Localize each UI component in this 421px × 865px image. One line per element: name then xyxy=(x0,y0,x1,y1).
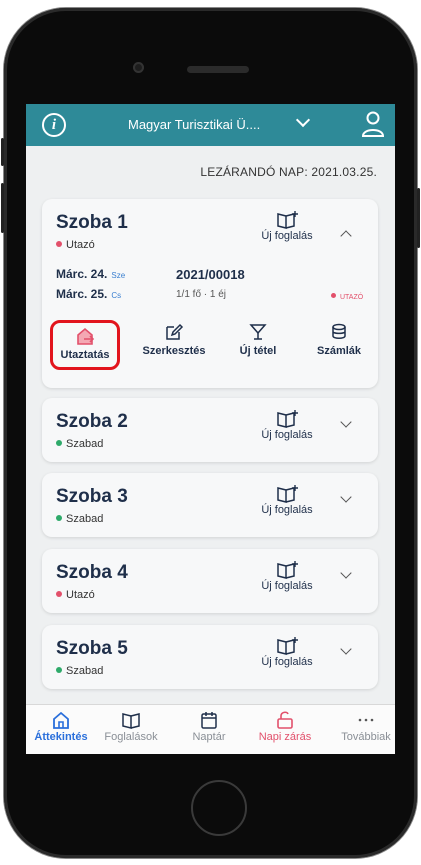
new-booking-button[interactable]: Új foglalás xyxy=(252,410,322,441)
guests-nights: 1/1 fő · 1 éj xyxy=(176,289,227,300)
room-name: Szoba 5 xyxy=(56,638,128,659)
room-name: Szoba 4 xyxy=(56,562,128,583)
house-exit-icon xyxy=(77,327,95,345)
new-booking-label: Új foglalás xyxy=(261,429,313,441)
tab-label: Továbbiak xyxy=(341,731,391,743)
tab-overview[interactable]: Áttekintés xyxy=(26,711,98,743)
room-card-2[interactable]: Szoba 2 Szabad Új foglalás xyxy=(42,398,378,462)
chevron-down-icon[interactable] xyxy=(295,112,311,128)
new-booking-button[interactable]: Új foglalás xyxy=(252,211,322,242)
front-camera xyxy=(133,62,144,73)
chevron-up-icon[interactable] xyxy=(340,230,352,242)
unlock-icon xyxy=(277,711,293,729)
chevron-down-icon[interactable] xyxy=(340,416,352,428)
room-status: Szabad xyxy=(56,665,103,677)
app-screen: i Magyar Turisztikai Ü.... LEZÁRANDÓ NAP… xyxy=(26,104,395,754)
traveling-badge: UTAZÓ xyxy=(331,293,363,301)
book-plus-icon xyxy=(277,211,298,229)
new-booking-button[interactable]: Új foglalás xyxy=(252,637,322,668)
calendar-icon xyxy=(201,712,217,729)
tab-label: Áttekintés xyxy=(34,731,88,743)
status-dot xyxy=(56,241,62,247)
book-plus-icon xyxy=(277,410,298,428)
status-dot xyxy=(56,667,62,673)
invoices-label: Számlák xyxy=(316,345,362,357)
app-header: i Magyar Turisztikai Ü.... xyxy=(26,104,395,146)
book-plus-icon xyxy=(277,561,298,579)
tab-more[interactable]: Továbbiak xyxy=(329,711,395,743)
earpiece-speaker xyxy=(187,66,249,73)
status-dot xyxy=(56,591,62,597)
room-status: Utazó xyxy=(56,589,95,601)
new-booking-label: Új foglalás xyxy=(261,580,313,592)
room-card-4[interactable]: Szoba 4 Utazó Új foglalás xyxy=(42,549,378,613)
organization-selector[interactable]: Magyar Turisztikai Ü.... xyxy=(128,117,260,132)
room-status: Utazó xyxy=(56,239,95,251)
room-actions: Utaztatás Szerkesztés Új tétel Számlák xyxy=(42,320,378,379)
booking-details[interactable]: Márc. 24. Sze Márc. 25. Cs 2021/00018 1/1 … xyxy=(56,267,366,307)
new-booking-button[interactable]: Új foglalás xyxy=(252,561,322,592)
status-dot xyxy=(56,440,62,446)
room-name: Szoba 3 xyxy=(56,486,128,507)
chevron-down-icon[interactable] xyxy=(340,567,352,579)
chevron-down-icon[interactable] xyxy=(340,643,352,655)
tab-label: Napi zárás xyxy=(258,731,312,743)
new-booking-label: Új foglalás xyxy=(261,230,313,242)
checkout-label: Utaztatás xyxy=(60,349,110,361)
arrival-date: Márc. 24. xyxy=(56,267,108,281)
coins-icon xyxy=(332,323,346,339)
tab-calendar[interactable]: Naptár xyxy=(172,711,246,743)
departure-date: Márc. 25. xyxy=(56,287,108,301)
organization-name: Magyar Turisztikai Ü.... xyxy=(128,117,261,132)
new-item-label: Új tétel xyxy=(239,345,277,357)
tab-daily-close[interactable]: Napi zárás xyxy=(248,711,322,743)
bottom-tab-bar: Áttekintés Foglalások Naptár Napi zárás … xyxy=(26,704,395,754)
room-card-1[interactable]: Szoba 1 Utazó Új foglalás Márc. 24. Sze M… xyxy=(42,199,378,388)
user-icon[interactable] xyxy=(361,110,385,140)
room-name: Szoba 2 xyxy=(56,411,128,432)
edit-label: Szerkesztés xyxy=(142,345,206,357)
close-day-label: LEZÁRANDÓ NAP: 2021.03.25. xyxy=(200,165,377,179)
checkout-button[interactable]: Utaztatás xyxy=(50,320,120,370)
tab-bookings[interactable]: Foglalások xyxy=(94,711,168,743)
edit-button[interactable]: Szerkesztés xyxy=(139,323,209,357)
departure-day: Cs xyxy=(111,291,122,300)
volume-button xyxy=(1,183,4,233)
home-button[interactable] xyxy=(191,780,247,836)
room-name: Szoba 1 xyxy=(56,212,128,233)
booking-number: 2021/00018 xyxy=(176,267,245,282)
room-card-5[interactable]: Szoba 5 Szabad Új foglalás xyxy=(42,625,378,689)
more-icon xyxy=(358,718,374,722)
chevron-down-icon[interactable] xyxy=(340,491,352,503)
cocktail-icon xyxy=(249,324,267,340)
room-card-3[interactable]: Szoba 3 Szabad Új foglalás xyxy=(42,473,378,537)
tab-label: Foglalások xyxy=(104,731,158,743)
new-item-button[interactable]: Új tétel xyxy=(223,323,293,357)
book-plus-icon xyxy=(277,637,298,655)
invoices-button[interactable]: Számlák xyxy=(304,323,374,357)
room-status: Szabad xyxy=(56,513,103,525)
new-booking-label: Új foglalás xyxy=(261,656,313,668)
new-booking-button[interactable]: Új foglalás xyxy=(252,485,322,516)
home-icon xyxy=(53,711,69,729)
edit-icon xyxy=(166,323,184,340)
power-button xyxy=(417,188,420,248)
volume-button xyxy=(1,138,4,166)
book-plus-icon xyxy=(277,485,298,503)
arrival-day: Sze xyxy=(111,271,126,280)
status-dot xyxy=(56,515,62,521)
info-icon[interactable]: i xyxy=(42,113,66,137)
room-status: Szabad xyxy=(56,438,103,450)
book-icon xyxy=(122,713,140,729)
new-booking-label: Új foglalás xyxy=(261,504,313,516)
tab-label: Naptár xyxy=(192,731,226,743)
